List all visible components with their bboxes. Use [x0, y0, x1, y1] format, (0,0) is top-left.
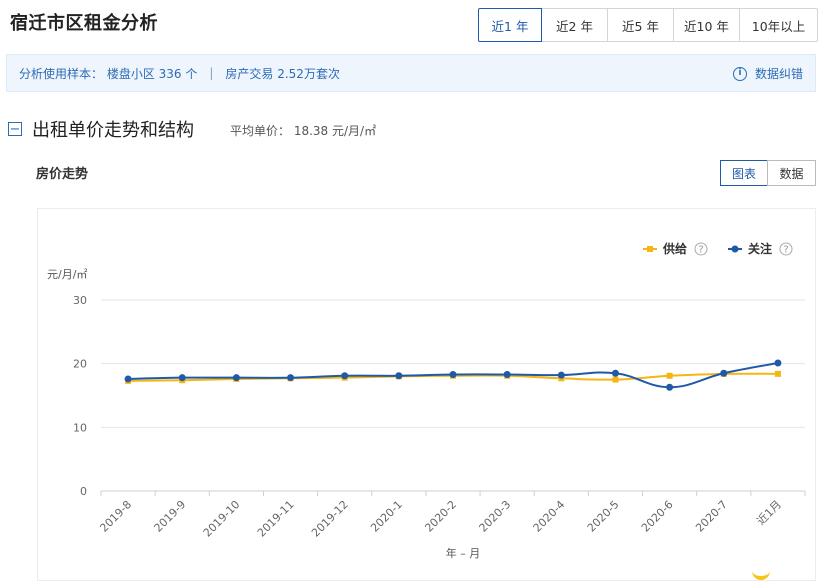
y-tick-label: 0 — [80, 485, 87, 498]
help-icon-glyph: ? — [783, 245, 788, 256]
data-point — [666, 383, 674, 391]
data-point — [449, 370, 457, 378]
data-feedback-label: 数据纠错 — [754, 67, 803, 81]
data-feedback-link[interactable]: i 数据纠错 — [732, 65, 803, 82]
y-tick-label: 30 — [73, 294, 87, 307]
legend-marker — [647, 246, 653, 252]
legend-label: 供给 — [662, 241, 687, 256]
data-point — [612, 376, 619, 383]
tab-10-years[interactable]: 近10 年 — [673, 8, 740, 42]
info-icon: i — [732, 66, 747, 81]
data-point — [774, 359, 782, 367]
data-point — [666, 372, 673, 379]
legend-marker — [731, 245, 739, 253]
rent-trend-chart: 0 10 20 30 2019-8 2019-9 2019-10 2019-11 2019-12… — [47, 241, 806, 560]
x-tick-label: 2020-6 — [639, 498, 676, 535]
tab-2-years[interactable]: 近2 年 — [541, 8, 608, 42]
view-toggle: 图表 数据 — [720, 160, 816, 186]
x-tick-label: 2019-12 — [309, 498, 351, 540]
data-point — [341, 372, 349, 380]
x-tick-label: 2020-7 — [693, 498, 730, 535]
x-tick-label: 2020-2 — [422, 498, 459, 535]
data-point — [557, 371, 565, 379]
x-axis-title: 年 – 月 — [446, 546, 481, 560]
trend-title: 房价走势 — [36, 167, 89, 182]
time-range-tabs: 近1 年 近2 年 近5 年 近10 年 10年以上 — [478, 8, 818, 42]
legend-label: 关注 — [748, 241, 772, 256]
y-tick-label: 20 — [73, 358, 87, 371]
y-tick-label: 10 — [73, 421, 87, 434]
data-point — [503, 370, 511, 378]
data-point — [178, 374, 186, 382]
x-tick-label: 2019-10 — [201, 498, 243, 540]
sample-communities: 分析使用样本： 楼盘小区 336 个 — [19, 66, 198, 81]
sample-separator: | — [209, 66, 214, 80]
x-tick-label: 2020-5 — [585, 498, 622, 535]
section-header: − 出租单价走势和结构 平均单价： 18.38 元/月/㎡ — [8, 116, 376, 142]
x-tick-label: 2020-1 — [368, 498, 405, 535]
data-view-button[interactable]: 数据 — [767, 160, 816, 186]
data-point — [774, 370, 781, 377]
average-price: 平均单价： 18.38 元/月/㎡ — [230, 124, 377, 138]
tab-5-years[interactable]: 近5 年 — [607, 8, 674, 42]
data-point — [395, 372, 403, 380]
chart-view-button[interactable]: 图表 — [720, 160, 768, 186]
tab-10-plus-years[interactable]: 10年以上 — [739, 8, 818, 42]
chart-container: 0 10 20 30 2019-8 2019-9 2019-10 2019-11 2019-12… — [37, 208, 816, 581]
tab-1-year[interactable]: 近1 年 — [478, 8, 542, 42]
page-title: 宿迁市区租金分析 — [10, 13, 158, 34]
sample-info-bar: 分析使用样本： 楼盘小区 336 个 | 房产交易 2.52万套次 i 数据纠错 — [6, 54, 816, 92]
x-tick-label: 2019-8 — [97, 498, 134, 535]
data-point — [124, 375, 132, 383]
x-tick-label: 近1月 — [754, 498, 784, 528]
section-title: 出租单价走势和结构 — [32, 120, 194, 141]
collapse-icon[interactable]: − — [8, 122, 22, 136]
y-axis-title: 元/月/㎡ — [47, 268, 87, 281]
data-point — [720, 369, 728, 377]
x-tick-label: 2019-9 — [152, 498, 189, 535]
x-tick-label: 2019-11 — [255, 498, 297, 540]
data-point — [232, 374, 240, 382]
data-point — [287, 374, 295, 382]
help-icon-glyph: ? — [698, 245, 703, 256]
data-point — [611, 369, 619, 377]
sample-transactions: 房产交易 2.52万套次 — [225, 66, 340, 81]
x-tick-label: 2020-4 — [531, 498, 568, 535]
x-tick-label: 2020-3 — [477, 498, 514, 535]
